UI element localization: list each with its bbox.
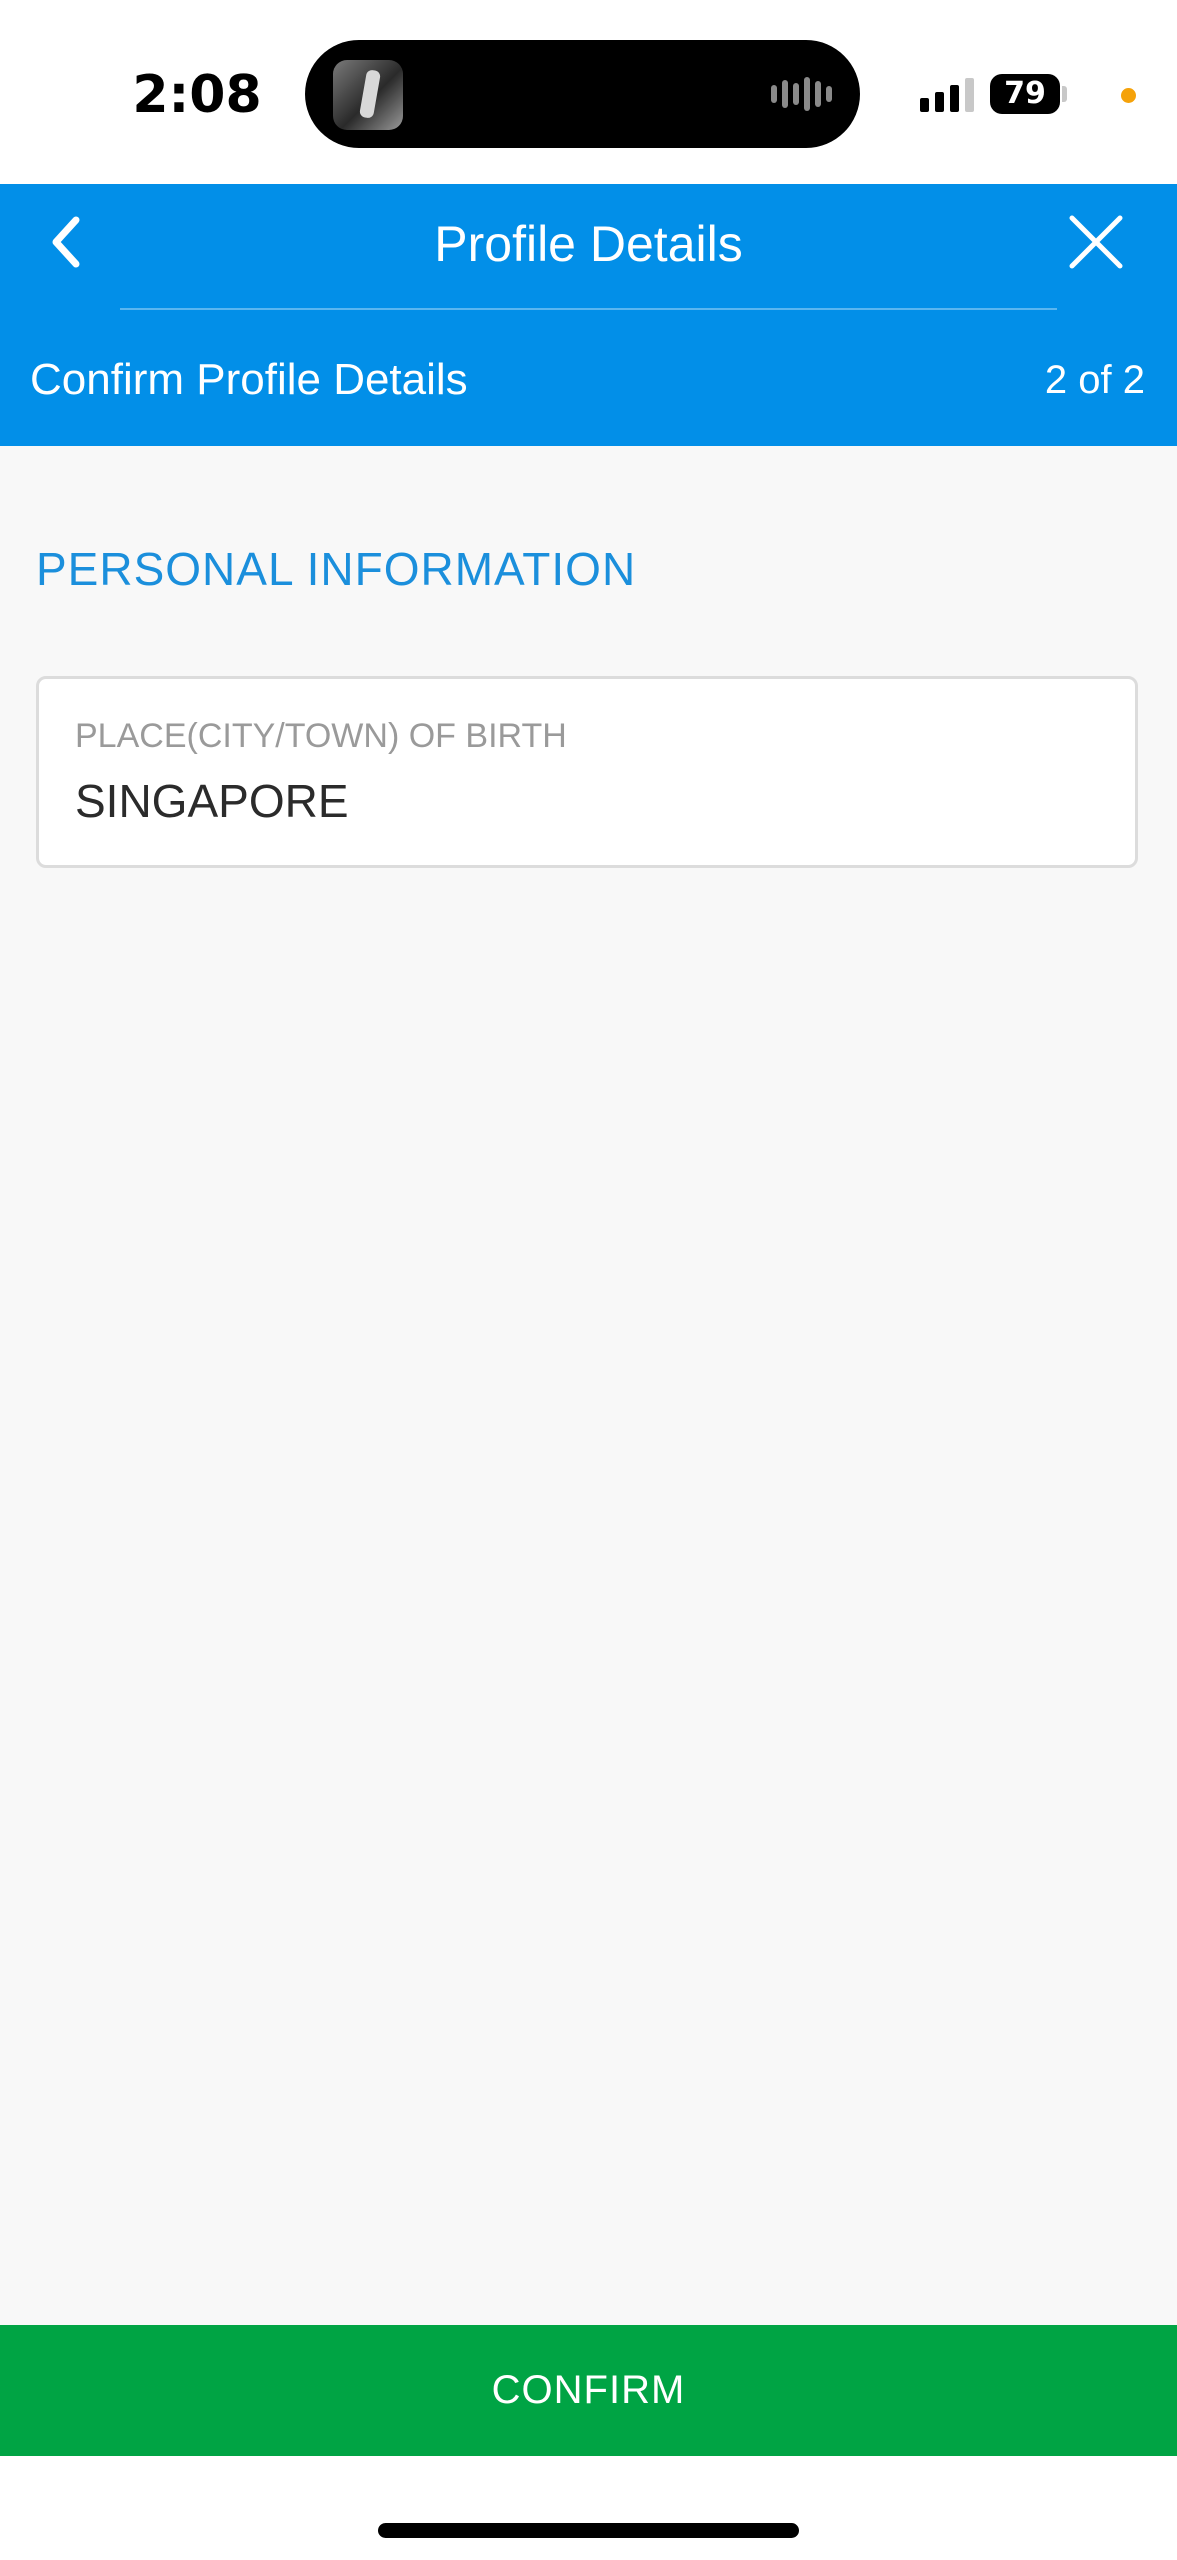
status-time: 2:08	[132, 65, 262, 125]
field-value: SINGAPORE	[75, 775, 349, 827]
now-playing-thumbnail	[333, 60, 403, 130]
bottom-safe-area	[0, 2456, 1177, 2560]
back-button[interactable]	[30, 206, 102, 278]
place-of-birth-field[interactable]: PLACE(CITY/TOWN) OF BIRTH SINGAPORE	[36, 676, 1138, 868]
chevron-left-icon	[52, 216, 80, 268]
section-title-personal-information: PERSONAL INFORMATION	[36, 543, 637, 595]
battery-level: 79	[1004, 76, 1046, 111]
battery-terminal	[1062, 86, 1067, 102]
field-label: PLACE(CITY/TOWN) OF BIRTH	[75, 717, 567, 755]
cellular-signal-icon	[920, 76, 974, 112]
page-title: Profile Details	[434, 216, 743, 272]
home-indicator[interactable]	[378, 2523, 799, 2538]
header: Profile Details Confirm Profile Details …	[0, 184, 1177, 446]
header-divider	[120, 308, 1057, 310]
audio-waveform-icon	[771, 76, 832, 112]
status-bar: 2:08 79	[0, 0, 1177, 184]
step-indicator: 2 of 2	[1044, 358, 1145, 402]
close-button[interactable]	[1060, 206, 1132, 278]
step-title: Confirm Profile Details	[30, 355, 468, 404]
battery-icon: 79	[990, 74, 1060, 114]
privacy-indicator-dot	[1121, 88, 1136, 103]
confirm-button[interactable]: CONFIRM	[0, 2325, 1177, 2456]
close-icon	[1069, 215, 1123, 269]
dynamic-island	[305, 40, 860, 148]
